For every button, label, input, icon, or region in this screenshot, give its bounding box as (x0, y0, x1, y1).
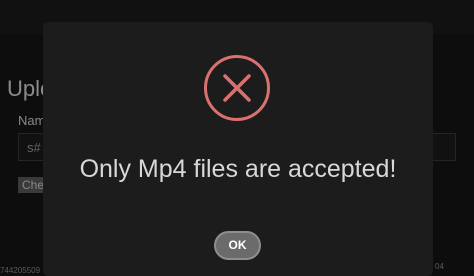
error-message: Only Mp4 files are accepted! (79, 155, 397, 183)
error-x-icon (204, 55, 270, 121)
ok-button[interactable]: OK (214, 231, 261, 260)
page: Uplo Nam s# Che 744205509 04 Only Mp4 fi… (0, 0, 474, 276)
error-dialog: Only Mp4 files are accepted! OK (43, 22, 433, 276)
